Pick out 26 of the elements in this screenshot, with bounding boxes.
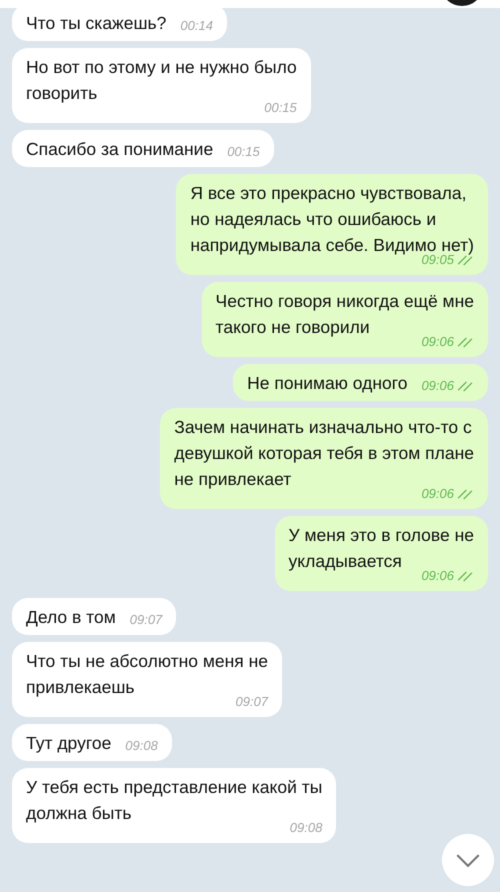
message-text: У меня это в голове не укладывается — [288, 524, 474, 571]
message-text: Спасибо за понимание — [26, 138, 214, 161]
message-text: Зачем начинать изначально что-то с девушкой которая тебя в этом плане не привлекает — [174, 416, 474, 489]
message-time: 09:06 — [421, 568, 454, 584]
message-text: Что ты скажешь? — [26, 12, 166, 35]
message-time: 09:06 — [421, 334, 454, 350]
message-text: Но вот по этому и не нужно было говорить — [26, 56, 297, 103]
message-time: 09:07 — [130, 612, 162, 628]
message-time: 09:05 — [421, 252, 454, 268]
scroll-down-button[interactable] — [442, 834, 494, 886]
message-text: У тебя есть представление какой ты должна быть — [26, 776, 322, 823]
message-time: 09:06 — [421, 378, 454, 394]
message-time: 00:14 — [180, 18, 213, 34]
message-text: Я все это прекрасно чувствовала, но надеялась что ошибаюсь и напридумывала себе. Видимо нет) — [190, 182, 474, 255]
message-time: 00:15 — [227, 144, 260, 160]
message-text: Тут другое — [26, 732, 112, 755]
message-text: Дело в том — [26, 606, 116, 629]
message-text: Честно говоря никогда ещё мне такого не говорили — [216, 290, 474, 337]
message-time: 09:06 — [421, 486, 454, 502]
message-text: Не понимаю одного — [247, 372, 408, 395]
message-text: Что ты не абсолютно меня не привлекаешь — [26, 650, 268, 697]
message-time: 09:07 — [236, 694, 268, 710]
message-time: 09:08 — [290, 820, 322, 836]
chevron-down-icon — [455, 852, 481, 868]
message-time: 00:15 — [264, 100, 297, 116]
message-time: 09:08 — [125, 738, 158, 754]
